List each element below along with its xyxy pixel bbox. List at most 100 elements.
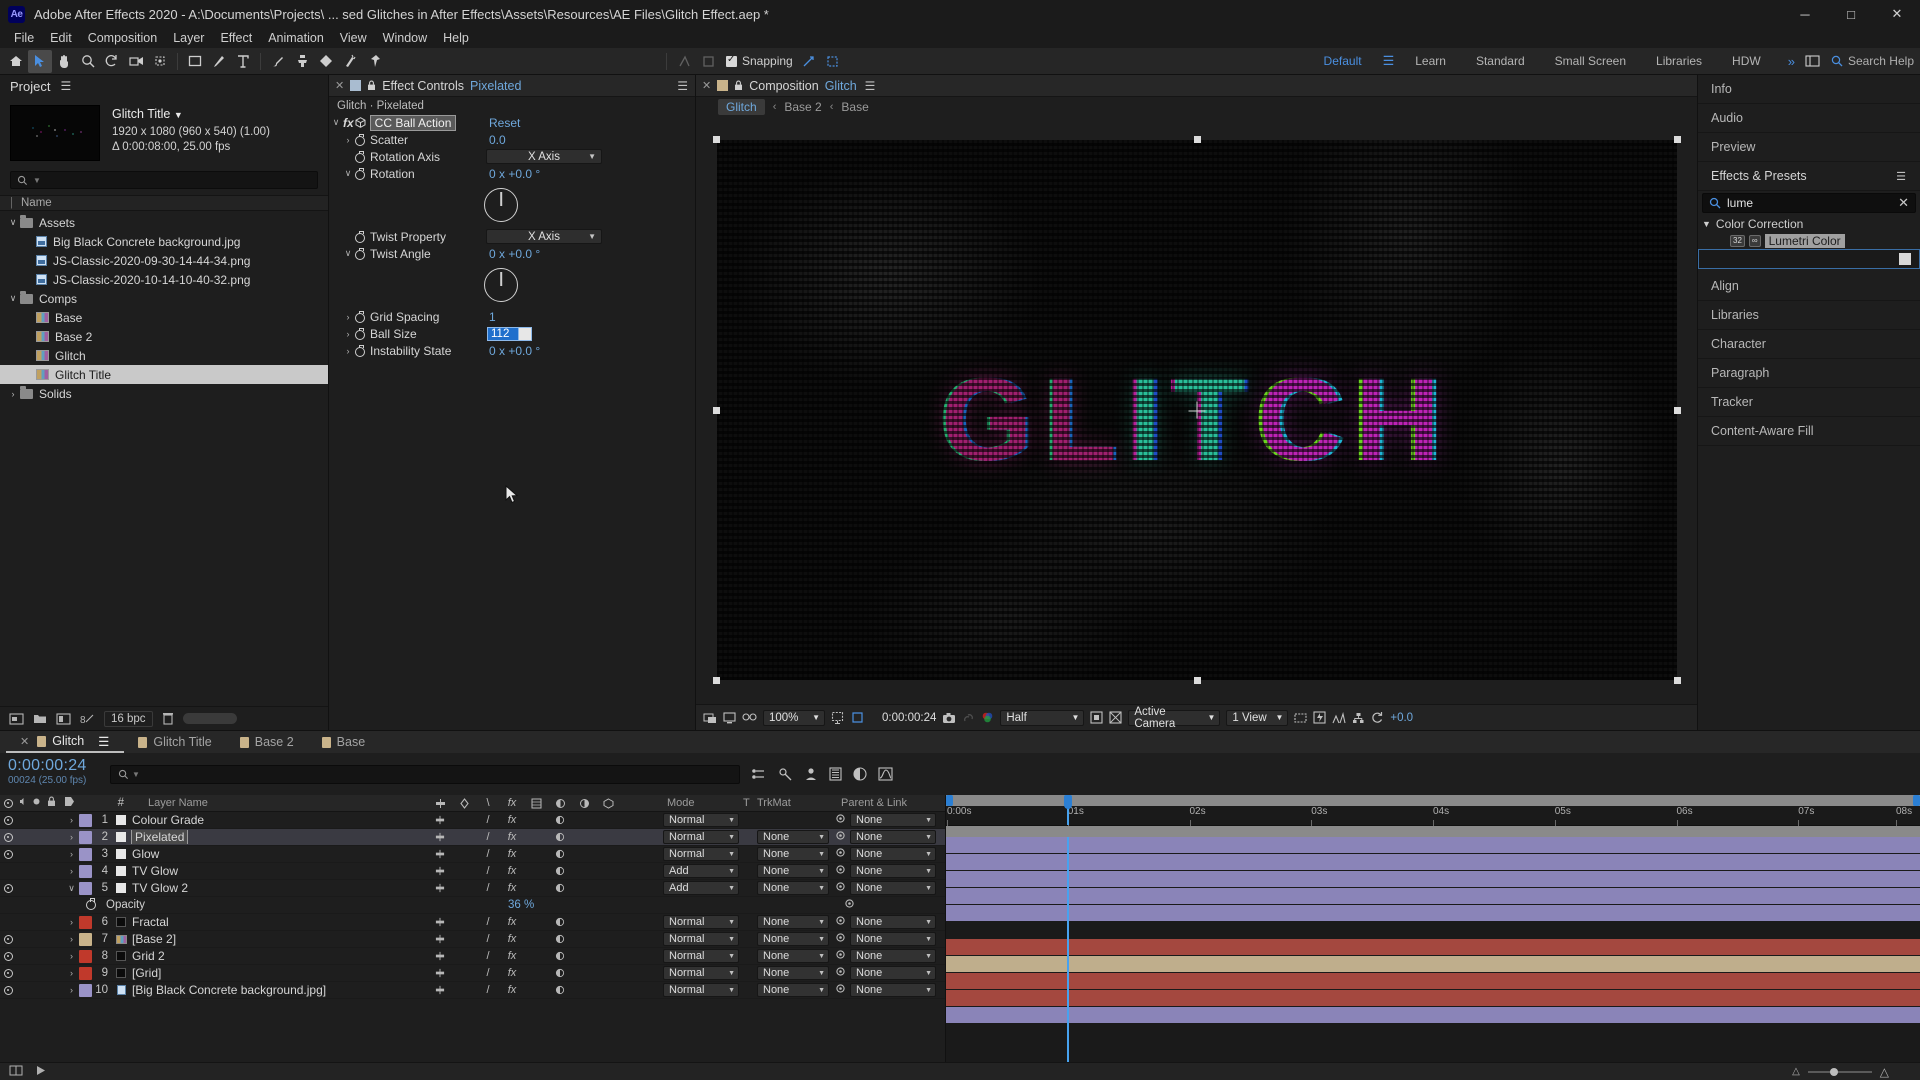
- hand-tool-icon[interactable]: [52, 50, 76, 73]
- layer-visibility-toggle[interactable]: [0, 934, 16, 944]
- motion-blur-switch[interactable]: [548, 934, 572, 944]
- rail-item-character[interactable]: Character: [1698, 330, 1920, 359]
- work-area-top[interactable]: [946, 795, 1920, 806]
- handle-bl[interactable]: [712, 677, 720, 684]
- layer-switches[interactable]: / fx: [428, 882, 663, 894]
- motion-blur-switch[interactable]: [548, 985, 572, 995]
- effects-switch[interactable]: fx: [500, 967, 524, 979]
- rail-item-audio[interactable]: Audio: [1698, 104, 1920, 133]
- menu-item-animation[interactable]: Animation: [260, 28, 332, 48]
- layer-visibility-toggle[interactable]: [0, 883, 16, 893]
- hide-shy-layers-icon[interactable]: [804, 767, 818, 781]
- snap-grid-icon[interactable]: [821, 50, 845, 73]
- twirl-icon[interactable]: ›: [341, 312, 355, 322]
- layer-mode-select[interactable]: Normal ▼: [663, 932, 743, 946]
- layer-duration-bar[interactable]: [946, 973, 1920, 989]
- layer-name[interactable]: Pixelated: [128, 830, 428, 844]
- playhead-marker[interactable]: [1063, 795, 1072, 825]
- layer-label-color[interactable]: [79, 915, 92, 929]
- menu-item-edit[interactable]: Edit: [42, 28, 80, 48]
- quality-switch[interactable]: /: [476, 848, 500, 860]
- stopwatch-icon[interactable]: [86, 898, 96, 910]
- handle-bc[interactable]: [1193, 677, 1201, 684]
- close-button[interactable]: ✕: [1874, 0, 1920, 28]
- mask-tool-b-icon[interactable]: [696, 50, 720, 73]
- quality-switch[interactable]: /: [476, 984, 500, 996]
- layer-duration-bar[interactable]: [946, 956, 1920, 972]
- motion-blur-switch[interactable]: [548, 968, 572, 978]
- breadcrumb-item[interactable]: Glitch: [718, 98, 765, 115]
- layer-duration-bar[interactable]: [946, 854, 1920, 870]
- layer-name[interactable]: [Big Black Concrete background.jpg]: [128, 983, 428, 997]
- shy-switch[interactable]: [428, 985, 452, 995]
- handle-br[interactable]: [1673, 677, 1681, 684]
- layer-parent-select[interactable]: None ▼: [835, 915, 945, 929]
- close-icon[interactable]: ✕: [20, 735, 29, 748]
- effects-switch[interactable]: fx: [500, 950, 524, 962]
- project-item-row[interactable]: JS-Classic-2020-10-14-10-40-32.png: [0, 270, 328, 289]
- layer-mode-select[interactable]: Normal ▼: [663, 813, 743, 827]
- pickwhip-icon[interactable]: [835, 949, 846, 963]
- workspace-tab-hdw[interactable]: HDW: [1717, 48, 1776, 75]
- 3d-view-icon[interactable]: [742, 712, 757, 724]
- snapping-checkbox-icon[interactable]: [726, 54, 737, 67]
- layer-switches[interactable]: / fx: [428, 848, 663, 860]
- fast-preview-icon[interactable]: [1313, 711, 1326, 724]
- reset-exposure-icon[interactable]: [1371, 711, 1384, 724]
- rail-item-libraries[interactable]: Libraries: [1698, 301, 1920, 330]
- stopwatch-icon[interactable]: [355, 167, 365, 180]
- layer-parent-select[interactable]: None ▼: [835, 966, 945, 980]
- frame-blending-icon[interactable]: [829, 767, 842, 781]
- layer-duration-bar[interactable]: [946, 837, 1920, 853]
- angle-dial[interactable]: [484, 188, 518, 222]
- layer-label-color[interactable]: [79, 949, 92, 963]
- layer-label-color[interactable]: [79, 847, 92, 861]
- shy-switch[interactable]: [428, 917, 452, 927]
- layer-switches[interactable]: / fx: [428, 950, 663, 962]
- menu-item-window[interactable]: Window: [375, 28, 435, 48]
- timeline-current-time[interactable]: 0:00:00:24: [8, 757, 100, 775]
- twirl-icon[interactable]: ∨: [341, 248, 355, 259]
- rail-item-info[interactable]: Info: [1698, 75, 1920, 104]
- lock-icon[interactable]: [734, 80, 743, 91]
- project-panel-menu-icon[interactable]: ☰: [60, 79, 72, 93]
- handle-tr[interactable]: [1673, 136, 1681, 143]
- workspace-tab-learn[interactable]: Learn: [1400, 48, 1461, 75]
- layer-name[interactable]: Colour Grade: [128, 813, 428, 827]
- layer-switches[interactable]: / fx: [428, 984, 663, 996]
- stopwatch-icon[interactable]: [355, 150, 365, 163]
- project-search-input[interactable]: ▼: [10, 171, 318, 189]
- composition-menu-icon[interactable]: ☰: [865, 79, 877, 93]
- playhead[interactable]: [1066, 837, 1069, 1062]
- layer-twirl-icon[interactable]: ›: [64, 866, 79, 876]
- layer-duration-bar[interactable]: [946, 1007, 1920, 1023]
- layer-name[interactable]: TV Glow: [128, 864, 428, 878]
- motion-blur-switch[interactable]: [548, 866, 572, 876]
- workspace-menu-icon[interactable]: ☰: [1377, 53, 1401, 69]
- layer-trkmat-select[interactable]: None ▼: [757, 830, 835, 844]
- menu-item-layer[interactable]: Layer: [165, 28, 212, 48]
- close-icon[interactable]: ✕: [335, 79, 344, 92]
- composition-canvas[interactable]: GL IT CH: [712, 136, 1681, 684]
- chevron-down-icon[interactable]: ▼: [174, 110, 183, 120]
- layer-switches[interactable]: / fx: [428, 865, 663, 877]
- work-area-bar[interactable]: [946, 826, 1920, 837]
- layer-label-color[interactable]: [79, 813, 92, 827]
- new-composition-icon[interactable]: [56, 712, 71, 725]
- grid-guides-icon[interactable]: [831, 711, 845, 724]
- home-icon[interactable]: [4, 50, 28, 73]
- effect-controls-tab[interactable]: ✕ Effect Controls Pixelated: [335, 79, 521, 93]
- twirl-icon[interactable]: ›: [341, 346, 355, 356]
- timeline-search-input[interactable]: ▼: [110, 764, 740, 784]
- effect-controls-menu-icon[interactable]: ☰: [677, 79, 689, 93]
- menu-item-help[interactable]: Help: [435, 28, 477, 48]
- layer-trkmat-select[interactable]: None ▼: [757, 915, 835, 929]
- layer-mode-select[interactable]: Normal ▼: [663, 983, 743, 997]
- layer-label-color[interactable]: [79, 864, 92, 878]
- layer-name[interactable]: Fractal: [128, 915, 428, 929]
- layer-row[interactable]: › 1 Colour Grade / fx Normal ▼ None ▼: [0, 812, 945, 829]
- property-dropdown[interactable]: X Axis ▼: [486, 229, 602, 244]
- camera-select[interactable]: Active Camera ▼: [1128, 706, 1221, 730]
- property-value-input[interactable]: 112: [487, 326, 532, 341]
- twirl-icon[interactable]: ∨: [329, 117, 343, 128]
